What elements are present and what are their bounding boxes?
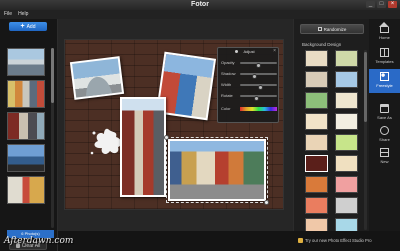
adjust-panel: Adjust × Opacity Shadow Width Rotate Col… xyxy=(217,47,279,123)
opacity-slider[interactable] xyxy=(240,62,277,68)
add-label: Add xyxy=(26,23,36,30)
new-label: New xyxy=(380,159,389,164)
save-as-label: Save As xyxy=(377,115,392,120)
color-row: Color xyxy=(221,105,277,113)
background-swatch[interactable] xyxy=(335,113,358,130)
rotate-slider-knob[interactable] xyxy=(254,96,260,101)
background-design-title: Background Design xyxy=(302,42,342,47)
rotate-slider[interactable] xyxy=(240,95,277,101)
resize-handle[interactable] xyxy=(264,200,269,205)
randomize-button[interactable]: Randomize xyxy=(300,24,364,34)
photo-thumbnail[interactable] xyxy=(7,48,45,76)
color-label: Color xyxy=(221,106,231,111)
save-as-button[interactable]: Save As xyxy=(369,101,400,125)
title-bar: Fotor _ □ × xyxy=(0,0,400,10)
menu-help[interactable]: Help xyxy=(18,10,28,19)
add-button[interactable]: + Add xyxy=(9,22,47,31)
close-button[interactable]: × xyxy=(388,1,397,8)
rotate-row: Rotate xyxy=(221,92,277,101)
background-swatch[interactable] xyxy=(335,92,358,109)
background-swatch[interactable] xyxy=(305,176,328,193)
share-icon xyxy=(380,126,389,135)
rotate-handle[interactable] xyxy=(164,135,169,140)
maximize-button[interactable]: □ xyxy=(377,1,386,8)
new-icon xyxy=(380,148,389,157)
opacity-row: Opacity xyxy=(221,59,277,68)
collage-photo[interactable] xyxy=(69,56,125,100)
window-controls: _ □ × xyxy=(366,1,397,8)
new-button[interactable]: New xyxy=(369,145,400,169)
photo-thumbnail-list xyxy=(7,48,47,208)
plus-icon: + xyxy=(20,23,25,30)
photo-thumbnail[interactable] xyxy=(7,80,45,108)
shadow-row: Shadow xyxy=(221,70,277,79)
rotate-label: Rotate xyxy=(221,93,233,98)
background-swatch[interactable] xyxy=(335,176,358,193)
randomize-label: Randomize xyxy=(323,26,347,32)
opacity-slider-knob[interactable] xyxy=(256,63,261,68)
width-label: Width xyxy=(221,82,232,87)
promo-icon xyxy=(298,238,303,243)
menu-bar: File Help xyxy=(0,10,400,19)
background-swatch[interactable] xyxy=(305,113,328,130)
shadow-slider-knob[interactable] xyxy=(252,74,258,79)
main-toolbar: Home Templates Freestyle Save As Share N… xyxy=(369,19,400,235)
photo-thumbnail[interactable] xyxy=(7,176,45,204)
share-label: Share xyxy=(379,137,390,142)
background-swatch[interactable] xyxy=(335,155,358,172)
scrollbar-thumb[interactable] xyxy=(364,52,367,122)
adjust-close-icon[interactable]: × xyxy=(273,48,276,54)
share-button[interactable]: Share xyxy=(369,123,400,147)
adjust-title: Adjust xyxy=(243,49,255,54)
background-swatch[interactable] xyxy=(305,50,328,67)
width-slider-knob[interactable] xyxy=(257,85,263,90)
width-slider[interactable] xyxy=(240,84,277,90)
background-swatch[interactable] xyxy=(335,50,358,67)
templates-label: Templates xyxy=(375,59,394,64)
background-swatch[interactable] xyxy=(305,92,328,109)
background-scrollbar[interactable] xyxy=(364,50,367,230)
templates-icon xyxy=(380,48,389,57)
scrollbar-thumb[interactable] xyxy=(51,48,54,103)
photo-panel: + Add 6 Photo(s) Clear All xyxy=(0,19,58,251)
promo-link[interactable]: Try our new Photo Effect Studio Pro xyxy=(298,238,372,243)
home-label: Home xyxy=(379,35,390,40)
color-picker-strip[interactable] xyxy=(240,107,277,111)
save-icon xyxy=(380,104,389,113)
background-swatch[interactable] xyxy=(335,197,358,214)
background-swatch[interactable] xyxy=(305,71,328,88)
selection-frame xyxy=(166,137,268,203)
background-swatch[interactable] xyxy=(305,197,328,214)
minimize-button[interactable]: _ xyxy=(366,1,375,8)
background-swatch[interactable] xyxy=(335,134,358,151)
app-title: Fotor xyxy=(191,1,209,8)
thumbnail-scrollbar[interactable] xyxy=(51,48,54,228)
watermark: Afterdawn.com xyxy=(4,236,74,246)
background-swatch[interactable] xyxy=(335,71,358,88)
shadow-slider[interactable] xyxy=(240,73,277,79)
photo-thumbnail[interactable] xyxy=(7,112,45,140)
background-panel: Randomize Background Design xyxy=(293,19,369,251)
width-row: Width xyxy=(221,81,277,90)
photo-thumbnail[interactable] xyxy=(7,144,45,172)
freestyle-button[interactable]: Freestyle xyxy=(369,69,400,93)
background-swatch-grid xyxy=(305,50,359,251)
background-swatch[interactable] xyxy=(305,155,328,172)
menu-file[interactable]: File xyxy=(4,10,12,19)
promo-label: Try our new Photo Effect Studio Pro xyxy=(305,238,372,243)
opacity-label: Opacity xyxy=(221,60,235,65)
templates-button[interactable]: Templates xyxy=(369,45,400,69)
freestyle-icon xyxy=(380,72,389,81)
dice-icon xyxy=(317,27,322,31)
canvas-area: Adjust × Opacity Shadow Width Rotate Col… xyxy=(58,19,293,231)
home-button[interactable]: Home xyxy=(369,21,400,45)
home-icon xyxy=(379,22,389,33)
shadow-label: Shadow xyxy=(221,71,236,76)
freestyle-label: Freestyle xyxy=(376,83,393,88)
background-swatch[interactable] xyxy=(305,134,328,151)
collage-photo[interactable] xyxy=(120,97,166,197)
